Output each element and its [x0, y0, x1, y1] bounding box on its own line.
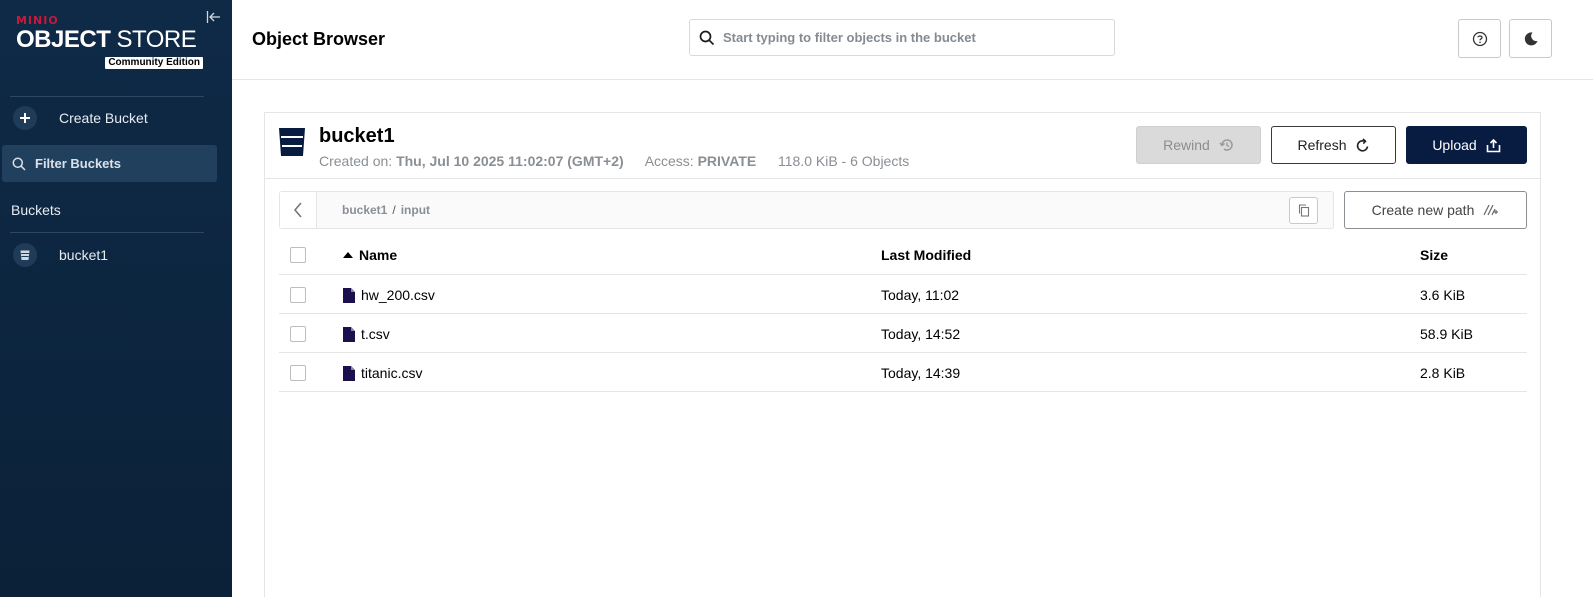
logo-product-rest: STORE [110, 26, 197, 53]
file-icon [343, 326, 355, 342]
refresh-icon [1356, 137, 1368, 152]
bucket-summary: 118.0 KiB - 6 Objects [777, 153, 910, 169]
created-label: Created on: [319, 153, 393, 169]
file-name-cell: hw_200.csv [343, 287, 435, 303]
buckets-section-title: Buckets [11, 202, 61, 218]
table-row[interactable]: t.csv Today, 14:52 58.9 KiB [279, 314, 1527, 353]
sidebar: MINIO OBJECT STORE Community Edition Cre… [0, 0, 232, 597]
file-icon [343, 365, 355, 381]
objects-table: Name Last Modified Size hw_200.csv Today… [279, 235, 1527, 392]
logo-edition: Community Edition [105, 57, 203, 69]
logo: MINIO OBJECT STORE Community Edition [16, 15, 216, 75]
file-size: 3.6 KiB [1420, 287, 1466, 303]
breadcrumb-item[interactable]: input [401, 203, 430, 217]
table-row[interactable]: titanic.csv Today, 14:39 2.8 KiB [279, 353, 1527, 392]
file-name: hw_200.csv [361, 287, 435, 303]
column-header-size[interactable]: Size [1420, 247, 1448, 263]
file-name-cell: titanic.csv [343, 365, 422, 381]
page-title: Object Browser [252, 29, 386, 49]
upload-button[interactable]: Upload [1406, 126, 1527, 164]
filter-buckets-input[interactable]: Filter Buckets [2, 145, 217, 182]
object-search[interactable] [689, 19, 1115, 56]
breadcrumb: bucket1 / input [342, 203, 430, 217]
create-new-path-button[interactable]: Create new path [1344, 191, 1527, 229]
app-root: MINIO OBJECT STORE Community Edition Cre… [0, 0, 1593, 597]
file-modified: Today, 14:52 [881, 326, 961, 342]
plus-icon [13, 106, 37, 130]
row-checkbox[interactable] [290, 365, 306, 381]
file-size: 58.9 KiB [1420, 326, 1473, 342]
upload-label: Upload [1432, 137, 1477, 153]
file-name-cell: t.csv [343, 326, 390, 342]
access-label: Access: [644, 153, 694, 169]
file-icon [343, 287, 355, 303]
theme-toggle-button[interactable] [1509, 19, 1552, 58]
refresh-label: Refresh [1297, 137, 1347, 153]
moon-icon [1524, 31, 1537, 45]
logo-brand: MINIO [16, 14, 59, 27]
create-bucket-label: Create Bucket [59, 110, 148, 126]
bucket-header: bucket1 Created on: Thu, Jul 10 2025 11:… [265, 113, 1540, 179]
bucket-meta: Created on: Thu, Jul 10 2025 11:02:07 (G… [319, 153, 909, 169]
logo-product: OBJECT STORE [16, 28, 216, 52]
collapse-icon[interactable] [206, 10, 224, 26]
bucket-name: bucket1 [319, 125, 395, 147]
create-bucket-button[interactable]: Create Bucket [0, 103, 232, 133]
sort-asc-icon [343, 252, 353, 258]
help-button[interactable] [1458, 19, 1501, 58]
file-name: t.csv [361, 326, 390, 342]
table-header-row: Name Last Modified Size [279, 235, 1527, 275]
upload-icon [1486, 138, 1500, 152]
column-header-modified[interactable]: Last Modified [881, 247, 971, 263]
sidebar-item-bucket1[interactable]: bucket1 [0, 241, 232, 269]
table-row[interactable]: hw_200.csv Today, 11:02 3.6 KiB [279, 275, 1527, 314]
create-new-path-label: Create new path [1371, 202, 1475, 218]
rewind-label: Rewind [1163, 137, 1210, 153]
row-checkbox[interactable] [290, 326, 306, 342]
breadcrumb-separator: / [392, 203, 396, 217]
column-header-name-label: Name [359, 247, 398, 263]
copy-icon [1298, 204, 1309, 217]
back-button[interactable] [280, 192, 317, 228]
search-icon [12, 157, 26, 171]
sidebar-item-label: bucket1 [59, 247, 109, 263]
file-name: titanic.csv [361, 365, 423, 381]
file-modified: Today, 14:39 [881, 365, 961, 381]
rewind-icon [1219, 139, 1233, 151]
bucket-icon [279, 128, 305, 156]
copy-path-button[interactable] [1289, 197, 1318, 224]
top-header: Object Browser [232, 0, 1593, 80]
filter-buckets-label: Filter Buckets [35, 156, 121, 171]
sidebar-divider [10, 232, 204, 233]
row-checkbox[interactable] [290, 287, 306, 303]
new-path-icon [1483, 204, 1499, 216]
path-breadcrumb-bar: bucket1 / input [279, 191, 1334, 229]
breadcrumb-item[interactable]: bucket1 [342, 203, 387, 217]
rewind-button[interactable]: Rewind [1136, 126, 1261, 164]
refresh-button[interactable]: Refresh [1271, 126, 1396, 164]
chevron-left-icon [293, 202, 302, 218]
file-modified: Today, 11:02 [881, 287, 960, 303]
object-search-input[interactable] [723, 30, 1093, 45]
access-value: PRIVATE [697, 153, 757, 169]
bucket-icon [13, 243, 37, 267]
created-value: Thu, Jul 10 2025 11:02:07 (GMT+2) [396, 153, 624, 169]
sidebar-divider [10, 96, 204, 97]
select-all-checkbox[interactable] [290, 247, 306, 263]
logo-product-bold: OBJECT [16, 26, 111, 53]
help-icon [1472, 31, 1487, 46]
file-size: 2.8 KiB [1420, 365, 1466, 381]
search-icon [699, 30, 715, 45]
object-browser-panel: bucket1 Created on: Thu, Jul 10 2025 11:… [264, 112, 1541, 597]
column-header-name[interactable]: Name [343, 247, 397, 263]
